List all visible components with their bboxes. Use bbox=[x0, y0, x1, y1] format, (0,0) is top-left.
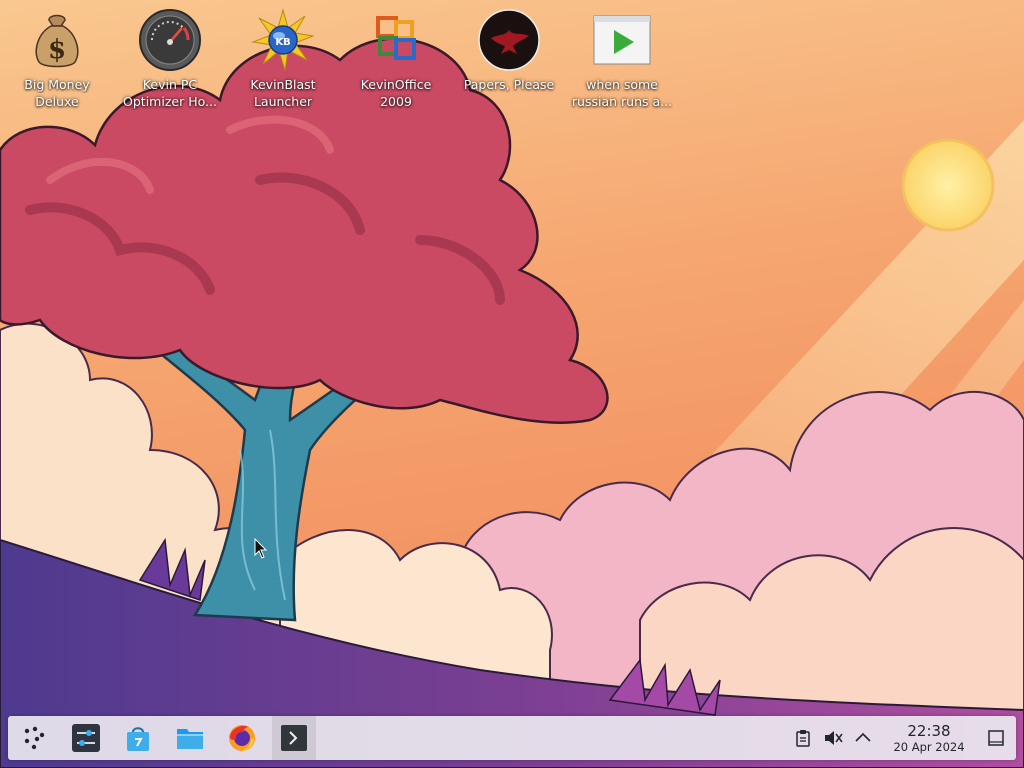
clipboard-icon bbox=[796, 730, 810, 747]
desktop-icon-label: when some russian runs a... bbox=[571, 77, 673, 109]
clipboard-button[interactable] bbox=[789, 724, 817, 752]
eagle-emblem-icon bbox=[478, 9, 540, 71]
desktop-icon-label: KevinOffice 2009 bbox=[360, 77, 432, 109]
sun bbox=[901, 138, 995, 232]
shopping-bag-icon bbox=[127, 727, 149, 751]
digital-clock[interactable]: 22:38 20 Apr 2024 bbox=[886, 721, 972, 754]
app-launcher-icon bbox=[24, 726, 45, 750]
system-tray: 22:38 20 Apr 2024 bbox=[788, 716, 1016, 760]
clock-date: 20 Apr 2024 bbox=[893, 739, 965, 754]
desktop-icon-kevin-pc-optimizer[interactable]: Kevin PC Optimizer Ho... bbox=[115, 8, 225, 110]
clock-time: 22:38 bbox=[907, 721, 951, 740]
desktop-icon-kevinblast-launcher[interactable]: KB KevinBlast Launcher bbox=[228, 8, 338, 110]
volume-button[interactable] bbox=[819, 724, 847, 752]
settings-sliders-icon bbox=[72, 724, 100, 752]
burst-globe-icon: KB bbox=[251, 8, 315, 71]
speedometer-icon bbox=[139, 9, 201, 71]
show-desktop-icon bbox=[988, 730, 1004, 746]
volume-muted-icon bbox=[825, 731, 843, 745]
taskbar-discover[interactable] bbox=[116, 716, 160, 760]
show-desktop-button[interactable] bbox=[976, 716, 1016, 760]
desktop-icon-kevinoffice-2009[interactable]: KevinOffice 2009 bbox=[341, 8, 451, 110]
chevron-up-icon bbox=[855, 732, 871, 742]
desktop-icon-area: $ Big Money Deluxe Kevin PC Optimizer Ho..… bbox=[0, 0, 1024, 120]
desktop-icon-label: Papers, Please bbox=[463, 77, 555, 92]
money-bag-icon: $ bbox=[35, 14, 79, 68]
folder-icon bbox=[177, 729, 203, 749]
firefox-icon bbox=[229, 725, 255, 751]
taskbar-system-settings[interactable] bbox=[64, 716, 108, 760]
mouse-cursor-icon bbox=[254, 538, 268, 559]
desktop-icon-papers-please[interactable]: Papers, Please bbox=[454, 8, 564, 93]
desktop-icon-russian-video[interactable]: when some russian runs a... bbox=[567, 8, 677, 110]
svg-text:$: $ bbox=[48, 35, 66, 65]
svg-text:KB: KB bbox=[275, 37, 290, 48]
taskbar-dolphin[interactable] bbox=[168, 716, 212, 760]
taskbar-panel: 22:38 20 Apr 2024 bbox=[8, 716, 1016, 760]
desktop-icon-label: KevinBlast Launcher bbox=[250, 77, 316, 109]
desktop-icon-label: Big Money Deluxe bbox=[24, 77, 90, 109]
app-launcher-button[interactable] bbox=[12, 716, 56, 760]
video-play-icon bbox=[593, 15, 651, 65]
tray-expand-button[interactable] bbox=[849, 724, 877, 752]
office-logo-icon bbox=[376, 16, 416, 60]
taskbar-konsole[interactable] bbox=[272, 716, 316, 760]
desktop-icon-label: Kevin PC Optimizer Ho... bbox=[123, 77, 217, 109]
terminal-icon bbox=[281, 725, 307, 751]
desktop-icon-big-money-deluxe[interactable]: $ Big Money Deluxe bbox=[2, 8, 112, 110]
taskbar-firefox[interactable] bbox=[220, 716, 264, 760]
